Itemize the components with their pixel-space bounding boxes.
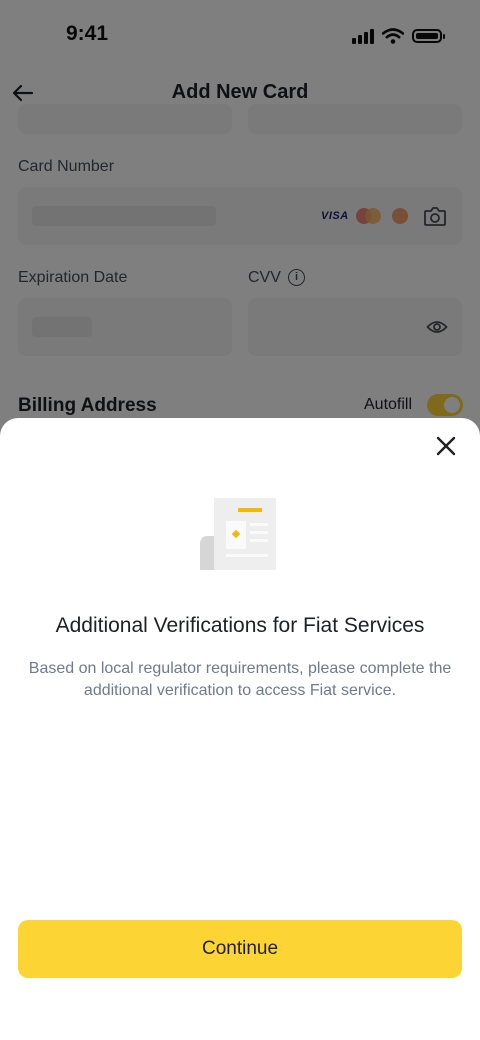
- modal-title: Additional Verifications for Fiat Servic…: [55, 614, 425, 637]
- close-icon[interactable]: [430, 430, 462, 462]
- modal-description: Based on local regulator requirements, p…: [28, 660, 452, 699]
- document-illustration: [200, 498, 276, 570]
- continue-button[interactable]: Continue: [18, 920, 462, 978]
- verification-bottom-sheet: Additional Verifications for Fiat Servic…: [0, 418, 480, 1040]
